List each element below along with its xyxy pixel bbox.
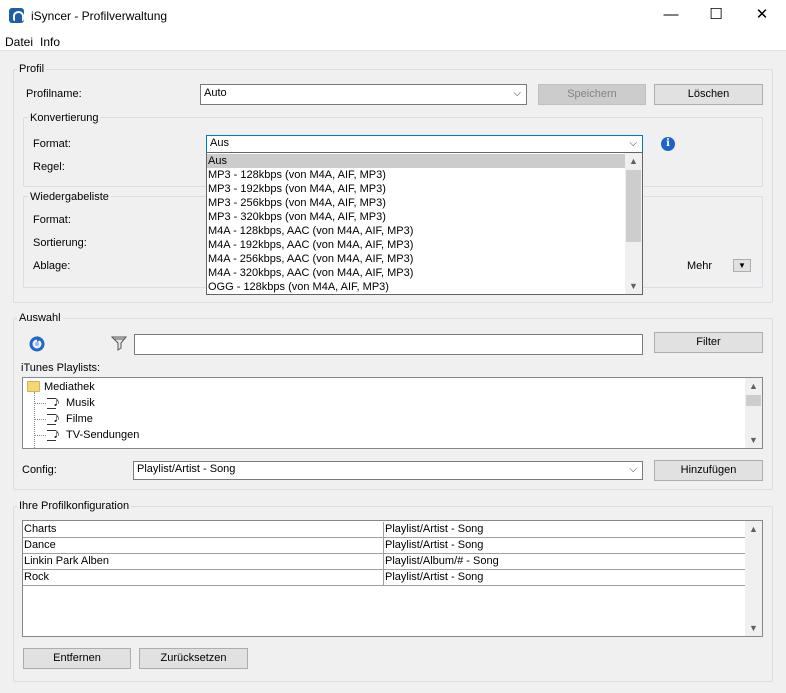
- minimize-button[interactable]: —: [648, 0, 694, 32]
- chevron-down-icon: ⌵: [629, 464, 637, 475]
- chevron-up-icon[interactable]: ▲: [745, 378, 762, 394]
- delete-button[interactable]: Löschen: [654, 84, 763, 105]
- chevron-down-icon: ⌵: [629, 138, 637, 149]
- profilname-label: Profilname:: [26, 88, 82, 100]
- format-option[interactable]: M4A - 128kbps, AAC (von M4A, AIF, MP3): [207, 224, 625, 238]
- isyncer-app-icon: [9, 8, 24, 23]
- table-cell-playlist: Linkin Park Alben: [23, 554, 384, 570]
- filter-icon[interactable]: [110, 335, 128, 351]
- ablage-label: Ablage:: [33, 260, 71, 272]
- mehr-label: Mehr: [687, 260, 713, 272]
- window-title: iSyncer - Profilverwaltung: [31, 9, 168, 23]
- table-cell-playlist: Rock: [23, 570, 384, 586]
- scrollbar-thumb[interactable]: [626, 170, 641, 242]
- scrollbar-thumb[interactable]: [746, 395, 761, 406]
- tree-item-label: TV-Sendungen: [66, 429, 140, 441]
- table-row[interactable]: Dance Playlist/Artist - Song: [23, 538, 746, 554]
- format-option[interactable]: M4A - 320kbps, AAC (von M4A, AIF, MP3): [207, 266, 625, 280]
- config-value: Playlist/Artist - Song: [137, 463, 236, 475]
- info-icon[interactable]: i: [661, 137, 675, 151]
- tree-item-label: Filme: [66, 413, 93, 425]
- chevron-down-icon[interactable]: ▼: [745, 432, 762, 448]
- wiedergabe-format-label: Format:: [33, 214, 71, 226]
- dropdown-scrollbar[interactable]: ▲ ▼: [625, 153, 642, 294]
- tree-item-label: Mediathek: [44, 381, 95, 393]
- table-row[interactable]: Linkin Park Alben Playlist/Album/# - Son…: [23, 554, 746, 570]
- format-option[interactable]: MP3 - 256kbps (von M4A, AIF, MP3): [207, 196, 625, 210]
- format-value: Aus: [210, 137, 229, 149]
- format-label: Format:: [33, 138, 71, 150]
- table-cell-config: Playlist/Album/# - Song: [384, 554, 746, 570]
- profilname-combo[interactable]: Auto ⌵: [200, 84, 527, 105]
- filter-button[interactable]: Filter: [654, 332, 763, 353]
- add-button[interactable]: Hinzufügen: [654, 460, 763, 481]
- playlist-tree[interactable]: Mediathek Musik Filme TV-Sendungen ▲ ▼: [22, 377, 763, 449]
- filter-input[interactable]: [134, 334, 643, 355]
- playlist-icon: [47, 425, 63, 443]
- menu-datei[interactable]: Datei: [5, 35, 33, 49]
- chevron-up-icon[interactable]: ▲: [745, 521, 762, 537]
- auswahl-group-label: Auswahl: [17, 312, 63, 324]
- mehr-expand-button[interactable]: ▼: [733, 259, 751, 272]
- profile-config-table[interactable]: Charts Playlist/Artist - Song Dance Play…: [22, 520, 763, 637]
- save-button[interactable]: Speichern: [538, 84, 646, 105]
- table-cell-config: Playlist/Artist - Song: [384, 538, 746, 554]
- format-option[interactable]: M4A - 192kbps, AAC (von M4A, AIF, MP3): [207, 238, 625, 252]
- konvertierung-group-label: Konvertierung: [28, 112, 101, 124]
- format-option[interactable]: MP3 - 192kbps (von M4A, AIF, MP3): [207, 182, 625, 196]
- chevron-down-icon: ⌵: [513, 88, 521, 99]
- refresh-icon[interactable]: [28, 335, 45, 352]
- table-scrollbar[interactable]: ▲ ▼: [745, 521, 762, 636]
- folder-icon: [27, 381, 40, 392]
- tree-item-label: Musik: [66, 397, 95, 409]
- wiedergabeliste-group-label: Wiedergabeliste: [28, 191, 111, 203]
- remove-button[interactable]: Entfernen: [23, 648, 131, 669]
- profilkonfiguration-group-label: Ihre Profilkonfiguration: [17, 500, 132, 512]
- config-combo[interactable]: Playlist/Artist - Song ⌵: [133, 461, 643, 480]
- config-label: Config:: [22, 464, 57, 476]
- itunes-playlists-label: iTunes Playlists:: [21, 362, 101, 374]
- chevron-down-icon[interactable]: ▼: [625, 278, 642, 294]
- format-option[interactable]: OGG - 128kbps (von M4A, AIF, MP3): [207, 280, 625, 294]
- close-button[interactable]: ✕: [739, 0, 785, 32]
- tree-scrollbar[interactable]: ▲ ▼: [745, 378, 762, 448]
- table-row[interactable]: Charts Playlist/Artist - Song: [23, 522, 746, 538]
- profilname-value: Auto: [204, 87, 227, 99]
- table-cell-playlist: Dance: [23, 538, 384, 554]
- menu-info[interactable]: Info: [40, 35, 60, 49]
- regel-label: Regel:: [33, 161, 65, 173]
- sortierung-label: Sortierung:: [33, 237, 87, 249]
- format-option[interactable]: MP3 - 320kbps (von M4A, AIF, MP3): [207, 210, 625, 224]
- reset-button[interactable]: Zurücksetzen: [139, 648, 248, 669]
- menu-bar: [0, 32, 786, 51]
- chevron-down-icon[interactable]: ▼: [745, 620, 762, 636]
- chevron-up-icon[interactable]: ▲: [625, 153, 642, 169]
- maximize-button[interactable]: ☐: [693, 0, 739, 32]
- table-row[interactable]: Rock Playlist/Artist - Song: [23, 570, 746, 586]
- format-option[interactable]: M4A - 256kbps, AAC (von M4A, AIF, MP3): [207, 252, 625, 266]
- profil-group-label: Profil: [17, 63, 47, 75]
- table-cell-config: Playlist/Artist - Song: [384, 570, 746, 586]
- format-combo[interactable]: Aus ⌵: [206, 135, 643, 153]
- table-cell-playlist: Charts: [23, 522, 384, 538]
- format-dropdown-list[interactable]: Aus MP3 - 128kbps (von M4A, AIF, MP3) MP…: [206, 152, 643, 295]
- format-option[interactable]: Aus: [207, 154, 625, 168]
- format-option[interactable]: MP3 - 128kbps (von M4A, AIF, MP3): [207, 168, 625, 182]
- table-cell-config: Playlist/Artist - Song: [384, 522, 746, 538]
